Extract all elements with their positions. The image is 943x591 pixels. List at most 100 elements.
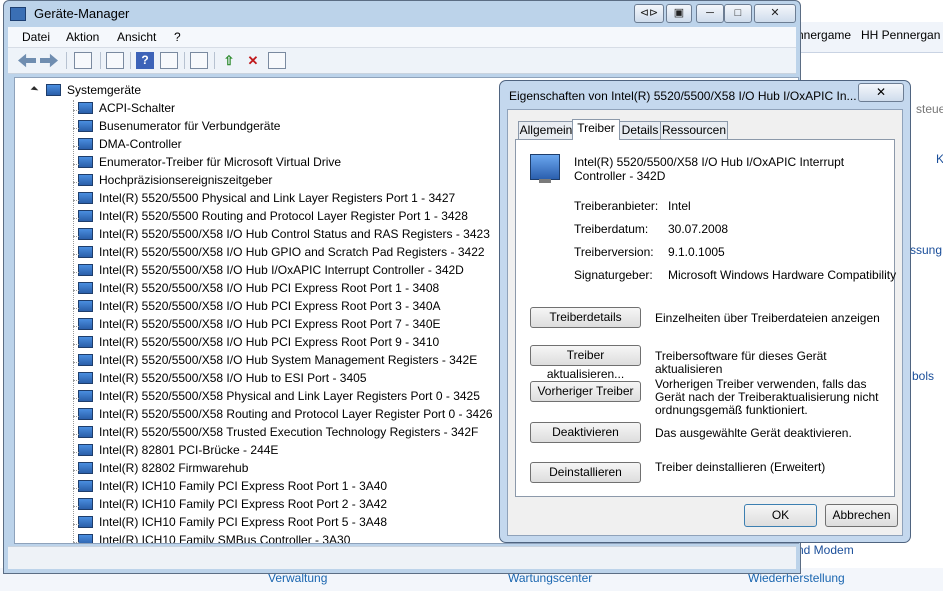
tree-guide-line xyxy=(73,326,79,327)
device-icon xyxy=(78,516,93,528)
background-tab[interactable]: HH Pennergan xyxy=(861,28,940,42)
snap-icon[interactable] xyxy=(832,83,852,101)
tree-device-label: Intel(R) 5520/5500/X58 I/O Hub PCI Expre… xyxy=(99,317,441,331)
menu-help[interactable]: ? xyxy=(174,30,181,44)
dialog-title: Eigenschaften von Intel(R) 5520/5500/X58… xyxy=(509,89,857,103)
menu-ansicht[interactable]: Ansicht xyxy=(117,30,156,44)
tree-device-item[interactable]: Intel(R) 5520/5500/X58 I/O Hub System Ma… xyxy=(78,353,477,371)
uninstall-icon[interactable]: ✕ xyxy=(244,52,262,69)
tree-device-item[interactable]: Intel(R) 5520/5500/X58 I/O Hub PCI Expre… xyxy=(78,335,439,353)
scan-hardware-icon[interactable] xyxy=(190,52,208,69)
console-tree-icon[interactable] xyxy=(74,52,92,69)
tree-device-label: Intel(R) 82801 PCI-Brücke - 244E xyxy=(99,443,279,457)
tree-category-system-devices[interactable]: Systemgeräte xyxy=(30,83,141,101)
tree-guide-line xyxy=(73,128,79,129)
tree-device-item[interactable]: DMA-Controller xyxy=(78,137,182,155)
tree-device-item[interactable]: Intel(R) 5520/5500 Physical and Link Lay… xyxy=(78,191,455,209)
tree-device-label: Busenumerator für Verbundgeräte xyxy=(99,119,281,133)
tree-guide-line xyxy=(73,290,79,291)
background-text: nd Modem xyxy=(797,543,854,557)
update-driver-button[interactable]: Treiber aktualisieren... xyxy=(530,345,641,381)
help-icon[interactable]: ? xyxy=(136,52,154,69)
disable-button[interactable]: Deaktivieren xyxy=(530,422,641,443)
toolbar: ? ⇧ ✕ xyxy=(8,48,796,74)
minimize-button[interactable]: ─ xyxy=(696,4,724,23)
menu-aktion[interactable]: Aktion xyxy=(66,30,99,44)
tree-device-item[interactable]: Intel(R) ICH10 Family PCI Express Root P… xyxy=(78,515,387,533)
forward-arrow-icon[interactable] xyxy=(40,52,58,69)
device-icon xyxy=(78,246,93,258)
prop-value: Microsoft Windows Hardware Compatibility xyxy=(668,268,897,282)
expand-arrow-icon[interactable] xyxy=(30,86,39,94)
tree-device-item[interactable]: Intel(R) 5520/5500/X58 I/O Hub GPIO and … xyxy=(78,245,485,263)
tree-device-item[interactable]: Intel(R) 5520/5500/X58 I/O Hub PCI Expre… xyxy=(78,299,441,317)
update-driver-icon[interactable]: ⇧ xyxy=(220,52,238,69)
tree-device-item[interactable]: Busenumerator für Verbundgeräte xyxy=(78,119,280,137)
menu-datei[interactable]: Datei xyxy=(22,30,50,44)
tree-device-item[interactable]: Intel(R) 5520/5500/X58 I/O Hub to ESI Po… xyxy=(78,371,367,389)
tab-details[interactable]: Details xyxy=(619,121,661,139)
window-title: Geräte-Manager xyxy=(34,6,130,21)
device-name: Intel(R) 5520/5500/X58 I/O Hub I/OxAPIC … xyxy=(574,155,845,183)
properties-icon[interactable] xyxy=(106,52,124,69)
tree-device-label: Intel(R) 5520/5500/X58 Routing and Proto… xyxy=(99,407,493,421)
title-bar[interactable]: Geräte-Manager ⊲⊳ ▣ ─ □ ✕ xyxy=(10,4,800,24)
tab-allgemein[interactable]: Allgemein xyxy=(518,121,574,139)
tree-device-label: Intel(R) 5520/5500/X58 I/O Hub I/OxAPIC … xyxy=(99,263,464,277)
snap-icon[interactable]: ▣ xyxy=(666,4,692,23)
device-icon xyxy=(78,534,93,543)
tree-guide-line xyxy=(73,272,79,273)
tree-device-item[interactable]: Intel(R) ICH10 Family PCI Express Root P… xyxy=(78,497,387,515)
tree-device-label: Intel(R) ICH10 Family PCI Express Root P… xyxy=(99,497,388,511)
device-icon xyxy=(78,264,93,276)
prop-value: 30.07.2008 xyxy=(668,222,729,236)
tree-device-item[interactable]: Hochpräzisionsereigniszeitgeber xyxy=(78,173,272,191)
view-icon[interactable] xyxy=(160,52,178,69)
resize-icon[interactable]: ⊲⊳ xyxy=(634,4,664,23)
maximize-button[interactable]: □ xyxy=(724,4,752,23)
background-text: ssung xyxy=(910,243,943,257)
tree-device-item[interactable]: Intel(R) 5520/5500/X58 Trusted Execution… xyxy=(78,425,478,443)
toolbar-separator xyxy=(100,52,101,69)
tree-device-item[interactable]: Intel(R) 5520/5500/X58 I/O Hub I/OxAPIC … xyxy=(78,263,464,281)
ok-button[interactable]: OK xyxy=(744,504,817,527)
prop-value: Intel xyxy=(668,199,691,213)
driver-details-button[interactable]: Treiberdetails xyxy=(530,307,641,328)
roll-back-driver-button[interactable]: Vorheriger Treiber xyxy=(530,381,641,402)
disable-device-icon[interactable] xyxy=(268,52,286,69)
tree-device-label: Intel(R) ICH10 Family PCI Express Root P… xyxy=(99,515,388,529)
action-description: Treibersoftware für dieses Gerät aktuali… xyxy=(655,349,827,376)
close-button[interactable]: ✕ xyxy=(754,4,796,23)
uninstall-button[interactable]: Deinstallieren xyxy=(530,462,641,483)
prop-label: Treiberanbieter: xyxy=(574,199,659,213)
tree-device-label: Intel(R) 5520/5500/X58 I/O Hub GPIO and … xyxy=(99,245,485,259)
tree-device-item[interactable]: Intel(R) 82802 Firmwarehub xyxy=(78,461,248,479)
driver-tab-panel: Intel(R) 5520/5500/X58 I/O Hub I/OxAPIC … xyxy=(515,139,897,497)
tab-treiber[interactable]: Treiber xyxy=(572,119,620,140)
tree-device-item[interactable]: Intel(R) ICH10 Family PCI Express Root P… xyxy=(78,479,387,497)
device-icon xyxy=(78,228,93,240)
tree-guide-line xyxy=(73,164,79,165)
back-arrow-icon[interactable] xyxy=(18,53,36,68)
tree-device-item[interactable]: Intel(R) 82801 PCI-Brücke - 244E xyxy=(78,443,278,461)
cancel-button[interactable]: Abbrechen xyxy=(825,504,898,527)
tree-device-item[interactable]: Intel(R) 5520/5500 Routing and Protocol … xyxy=(78,209,468,227)
tree-guide-line xyxy=(73,488,79,489)
tree-device-item[interactable]: Intel(R) 5520/5500/X58 Physical and Link… xyxy=(78,389,480,407)
background-tab[interactable]: nnergame xyxy=(797,28,851,42)
tab-ressourcen[interactable]: Ressourcen xyxy=(660,121,728,139)
tree-device-item[interactable]: Enumerator-Treiber für Microsoft Virtual… xyxy=(78,155,341,173)
tree-guide-line xyxy=(73,452,79,453)
tree-device-item[interactable]: ACPI-Schalter xyxy=(78,101,175,119)
tree-device-item[interactable]: Intel(R) 5520/5500/X58 I/O Hub PCI Expre… xyxy=(78,281,439,299)
background-tabbar: nnergame HH Pennergan xyxy=(795,22,943,53)
device-category-icon xyxy=(46,84,61,96)
tree-device-item[interactable]: Intel(R) 5520/5500/X58 Routing and Proto… xyxy=(78,407,493,425)
tree-device-label: Intel(R) 5520/5500/X58 I/O Hub System Ma… xyxy=(99,353,478,367)
tree-device-item[interactable]: Intel(R) 5520/5500/X58 I/O Hub Control S… xyxy=(78,227,490,245)
tree-device-item[interactable]: Intel(R) ICH10 Family SMBus Controller -… xyxy=(78,533,350,543)
dialog-close-button[interactable]: ✕ xyxy=(858,83,904,102)
tree-device-item[interactable]: Intel(R) 5520/5500/X58 I/O Hub PCI Expre… xyxy=(78,317,441,335)
device-icon xyxy=(78,498,93,510)
tree-guide-line xyxy=(73,344,79,345)
